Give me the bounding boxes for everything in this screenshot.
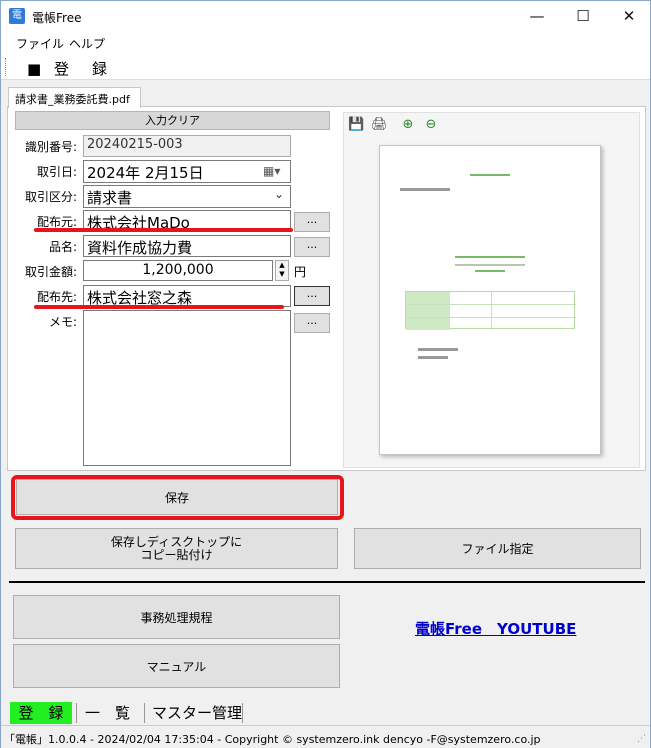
tab-document[interactable]: 請求書_業務委託費.pdf (8, 87, 141, 108)
status-bar: 「電帳」1.0.0.4 - 2024/02/04 17:35:04 - Copy… (1, 725, 650, 748)
resize-grip-icon[interactable]: ⋰ (637, 734, 646, 744)
memo-label: メモ: (48, 315, 77, 329)
item-browse-button[interactable]: ... (294, 237, 330, 257)
clear-input-button[interactable]: 入力クリア (15, 111, 330, 130)
zoom-out-icon[interactable]: ⊖ (423, 117, 439, 133)
divider (9, 581, 645, 583)
tab-separator (76, 703, 77, 723)
window-title: 電帳Free (32, 11, 82, 25)
memo-browse-button[interactable]: ... (294, 313, 330, 333)
item-label: 品名: (48, 240, 77, 254)
chevron-down-icon[interactable]: ⌄ (274, 187, 284, 201)
manual-button[interactable]: マニュアル (13, 644, 340, 688)
amount-spinner[interactable]: ▲ ▼ (275, 260, 289, 281)
app-icon: 電 (9, 8, 25, 24)
to-field[interactable]: 株式会社窓之森 (83, 285, 291, 307)
save-copy-line2: コピー貼付け (140, 547, 213, 562)
amount-unit: 円 (294, 265, 307, 279)
tab-master[interactable]: マスター管理 (152, 702, 242, 724)
category-select[interactable]: 請求書 (83, 185, 291, 208)
maximize-button[interactable]: ☐ (560, 1, 606, 31)
tab-list[interactable]: 一 覧 (85, 702, 130, 724)
menu-file[interactable]: ファイル (16, 35, 64, 52)
save-and-copy-button[interactable]: 保存しディスクトップに コピー貼付け (15, 528, 338, 569)
amount-label: 取引金額: (24, 265, 77, 279)
tab-separator (144, 703, 145, 723)
file-select-button[interactable]: ファイル指定 (354, 528, 641, 569)
print-icon[interactable]: 🖨 (371, 117, 388, 133)
amount-field[interactable]: 1,200,000 (83, 260, 273, 281)
toolbar-grip (5, 58, 8, 76)
to-label: 配布先: (36, 290, 77, 304)
close-button[interactable]: ✕ (606, 1, 651, 31)
to-highlight-underline (34, 305, 284, 309)
register-tool-button[interactable]: ■ 登 録 (27, 58, 111, 79)
calendar-dropdown-icon[interactable]: ▦▾ (263, 164, 280, 178)
date-picker[interactable]: 2024年 2月15日 (83, 160, 291, 183)
zoom-in-icon[interactable]: ⊕ (400, 117, 416, 133)
id-label: 識別番号: (24, 140, 77, 154)
save-highlight-box (11, 475, 344, 520)
tab-separator (242, 703, 243, 723)
date-value: 2024年 2月15日 (87, 164, 204, 182)
pdf-page-preview (379, 145, 601, 455)
save-icon[interactable]: 💾 (348, 117, 364, 133)
memo-textarea[interactable] (83, 310, 291, 466)
tab-register[interactable]: 登 録 (10, 702, 72, 724)
save-copy-line1: 保存しディスクトップに (110, 534, 243, 549)
id-field: 20240215-003 (83, 135, 291, 157)
youtube-link[interactable]: 電帳Free YOUTUBE (415, 618, 576, 639)
from-highlight-underline (34, 228, 293, 232)
minimize-button[interactable]: — (514, 1, 560, 31)
item-field[interactable]: 資料作成協力費 (83, 235, 291, 257)
app-window: 電 電帳Free — ☐ ✕ ファイル ヘルプ ■ 登 録 請求書_業務委託費.… (0, 0, 651, 748)
menu-help[interactable]: ヘルプ (69, 35, 105, 52)
to-browse-button[interactable]: ... (294, 286, 330, 306)
category-value: 請求書 (87, 189, 133, 207)
category-label: 取引区分: (24, 190, 77, 204)
date-label: 取引日: (36, 165, 77, 179)
office-rules-button[interactable]: 事務処理規程 (13, 595, 340, 639)
from-browse-button[interactable]: ... (294, 212, 330, 232)
